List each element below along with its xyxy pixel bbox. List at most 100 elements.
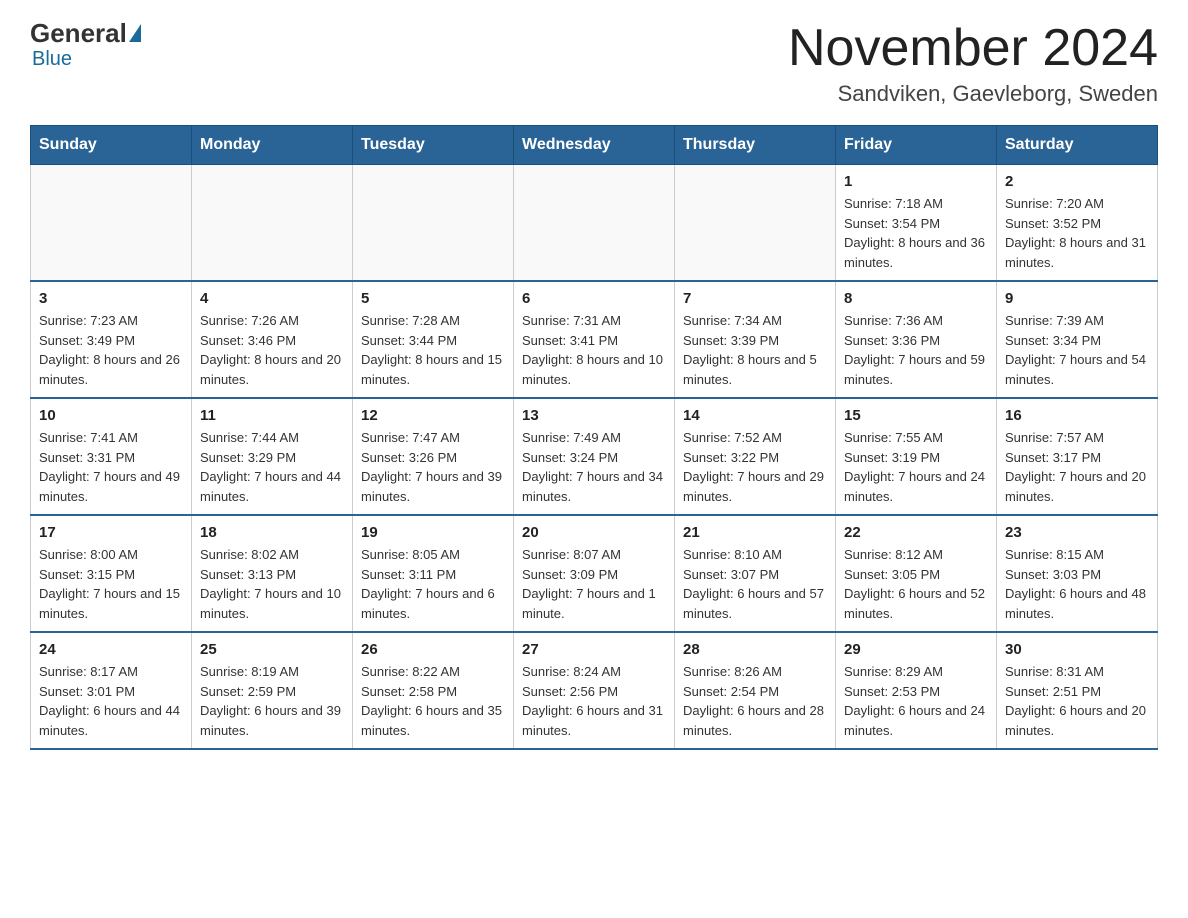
page-header: General Blue November 2024 Sandviken, Ga… [30, 20, 1158, 107]
calendar-cell: 29 Sunrise: 8:29 AMSunset: 2:53 PMDayligh… [836, 632, 997, 749]
day-number: 17 [39, 524, 183, 541]
title-area: November 2024 Sandviken, Gaevleborg, Swe… [788, 20, 1158, 107]
calendar-cell: 16 Sunrise: 7:57 AMSunset: 3:17 PMDayligh… [997, 398, 1158, 515]
day-info: Sunrise: 7:28 AMSunset: 3:44 PMDaylight:… [361, 311, 505, 389]
calendar-week-2: 3Sunrise: 7:23 AMSunset: 3:49 PMDaylight… [31, 281, 1158, 398]
day-info: Sunrise: 8:31 AMSunset: 2:51 PMDaylight:… [1005, 662, 1149, 740]
day-number: 15 [844, 407, 988, 424]
day-info: Sunrise: 8:07 AMSunset: 3:09 PMDaylight:… [522, 545, 666, 623]
day-number: 28 [683, 641, 827, 658]
day-info: Sunrise: 8:19 AMSunset: 2:59 PMDaylight:… [200, 662, 344, 740]
calendar-cell: 18 Sunrise: 8:02 AMSunset: 3:13 PMDayligh… [192, 515, 353, 632]
day-info: Sunrise: 8:00 AMSunset: 3:15 PMDaylight:… [39, 545, 183, 623]
day-info: Sunrise: 7:44 AMSunset: 3:29 PMDaylight:… [200, 428, 344, 506]
calendar-cell [353, 165, 514, 282]
calendar-cell: 23Sunrise: 8:15 AMSunset: 3:03 PMDayligh… [997, 515, 1158, 632]
calendar-cell: 20 Sunrise: 8:07 AMSunset: 3:09 PMDayligh… [514, 515, 675, 632]
header-day-sunday: Sunday [31, 126, 192, 165]
calendar-cell: 19 Sunrise: 8:05 AMSunset: 3:11 PMDayligh… [353, 515, 514, 632]
day-number: 14 [683, 407, 827, 424]
calendar-cell [514, 165, 675, 282]
day-info: Sunrise: 8:17 AMSunset: 3:01 PMDaylight:… [39, 662, 183, 740]
day-number: 27 [522, 641, 666, 658]
calendar-cell: 21 Sunrise: 8:10 AMSunset: 3:07 PMDayligh… [675, 515, 836, 632]
logo-triangle-icon [129, 24, 141, 42]
day-number: 13 [522, 407, 666, 424]
day-number: 23 [1005, 524, 1149, 541]
header-row: SundayMondayTuesdayWednesdayThursdayFrid… [31, 126, 1158, 165]
month-year-title: November 2024 [788, 20, 1158, 77]
calendar-body: 1 Sunrise: 7:18 AMSunset: 3:54 PMDaylight… [31, 165, 1158, 750]
day-info: Sunrise: 7:49 AMSunset: 3:24 PMDaylight:… [522, 428, 666, 506]
day-info: Sunrise: 8:24 AMSunset: 2:56 PMDaylight:… [522, 662, 666, 740]
calendar-cell: 4Sunrise: 7:26 AMSunset: 3:46 PMDaylight… [192, 281, 353, 398]
header-day-wednesday: Wednesday [514, 126, 675, 165]
day-number: 1 [844, 173, 988, 190]
day-info: Sunrise: 7:41 AMSunset: 3:31 PMDaylight:… [39, 428, 183, 506]
day-number: 29 [844, 641, 988, 658]
day-info: Sunrise: 8:29 AMSunset: 2:53 PMDaylight:… [844, 662, 988, 740]
day-info: Sunrise: 7:39 AMSunset: 3:34 PMDaylight:… [1005, 311, 1149, 389]
header-day-monday: Monday [192, 126, 353, 165]
calendar-cell: 27 Sunrise: 8:24 AMSunset: 2:56 PMDayligh… [514, 632, 675, 749]
calendar-cell: 11 Sunrise: 7:44 AMSunset: 3:29 PMDayligh… [192, 398, 353, 515]
calendar-cell: 5 Sunrise: 7:28 AMSunset: 3:44 PMDaylight… [353, 281, 514, 398]
day-number: 30 [1005, 641, 1149, 658]
header-day-saturday: Saturday [997, 126, 1158, 165]
header-day-thursday: Thursday [675, 126, 836, 165]
calendar-cell [675, 165, 836, 282]
calendar-week-5: 24Sunrise: 8:17 AMSunset: 3:01 PMDayligh… [31, 632, 1158, 749]
day-number: 16 [1005, 407, 1149, 424]
calendar-cell [192, 165, 353, 282]
day-number: 21 [683, 524, 827, 541]
day-info: Sunrise: 7:31 AMSunset: 3:41 PMDaylight:… [522, 311, 666, 389]
day-number: 26 [361, 641, 505, 658]
day-number: 2 [1005, 173, 1149, 190]
day-info: Sunrise: 8:02 AMSunset: 3:13 PMDaylight:… [200, 545, 344, 623]
calendar-week-1: 1 Sunrise: 7:18 AMSunset: 3:54 PMDaylight… [31, 165, 1158, 282]
calendar-cell: 30 Sunrise: 8:31 AMSunset: 2:51 PMDayligh… [997, 632, 1158, 749]
calendar-header: SundayMondayTuesdayWednesdayThursdayFrid… [31, 126, 1158, 165]
day-info: Sunrise: 8:26 AMSunset: 2:54 PMDaylight:… [683, 662, 827, 740]
header-day-friday: Friday [836, 126, 997, 165]
location-subtitle: Sandviken, Gaevleborg, Sweden [788, 81, 1158, 107]
day-number: 7 [683, 290, 827, 307]
calendar-week-4: 17 Sunrise: 8:00 AMSunset: 3:15 PMDayligh… [31, 515, 1158, 632]
day-info: Sunrise: 8:10 AMSunset: 3:07 PMDaylight:… [683, 545, 827, 623]
day-number: 11 [200, 407, 344, 424]
calendar-cell: 12Sunrise: 7:47 AMSunset: 3:26 PMDayligh… [353, 398, 514, 515]
day-number: 9 [1005, 290, 1149, 307]
day-number: 20 [522, 524, 666, 541]
day-number: 10 [39, 407, 183, 424]
day-info: Sunrise: 7:23 AMSunset: 3:49 PMDaylight:… [39, 311, 183, 389]
logo: General [30, 20, 143, 46]
calendar-cell [31, 165, 192, 282]
day-info: Sunrise: 7:18 AMSunset: 3:54 PMDaylight:… [844, 194, 988, 272]
calendar-cell: 6Sunrise: 7:31 AMSunset: 3:41 PMDaylight… [514, 281, 675, 398]
header-day-tuesday: Tuesday [353, 126, 514, 165]
calendar-cell: 15Sunrise: 7:55 AMSunset: 3:19 PMDayligh… [836, 398, 997, 515]
calendar-cell: 3Sunrise: 7:23 AMSunset: 3:49 PMDaylight… [31, 281, 192, 398]
calendar-cell: 1 Sunrise: 7:18 AMSunset: 3:54 PMDaylight… [836, 165, 997, 282]
calendar-cell: 9 Sunrise: 7:39 AMSunset: 3:34 PMDaylight… [997, 281, 1158, 398]
calendar-cell: 26Sunrise: 8:22 AMSunset: 2:58 PMDayligh… [353, 632, 514, 749]
day-info: Sunrise: 8:12 AMSunset: 3:05 PMDaylight:… [844, 545, 988, 623]
day-info: Sunrise: 7:52 AMSunset: 3:22 PMDaylight:… [683, 428, 827, 506]
day-number: 12 [361, 407, 505, 424]
calendar-cell: 24Sunrise: 8:17 AMSunset: 3:01 PMDayligh… [31, 632, 192, 749]
day-number: 19 [361, 524, 505, 541]
day-number: 4 [200, 290, 344, 307]
day-info: Sunrise: 7:36 AMSunset: 3:36 PMDaylight:… [844, 311, 988, 389]
day-number: 25 [200, 641, 344, 658]
calendar-week-3: 10 Sunrise: 7:41 AMSunset: 3:31 PMDayligh… [31, 398, 1158, 515]
calendar-cell: 17 Sunrise: 8:00 AMSunset: 3:15 PMDayligh… [31, 515, 192, 632]
calendar-table: SundayMondayTuesdayWednesdayThursdayFrid… [30, 125, 1158, 750]
day-info: Sunrise: 7:57 AMSunset: 3:17 PMDaylight:… [1005, 428, 1149, 506]
day-number: 18 [200, 524, 344, 541]
day-number: 5 [361, 290, 505, 307]
logo-general-text: General [30, 20, 127, 46]
calendar-cell: 2Sunrise: 7:20 AMSunset: 3:52 PMDaylight… [997, 165, 1158, 282]
calendar-cell: 8Sunrise: 7:36 AMSunset: 3:36 PMDaylight… [836, 281, 997, 398]
calendar-cell: 14 Sunrise: 7:52 AMSunset: 3:22 PMDayligh… [675, 398, 836, 515]
day-info: Sunrise: 8:05 AMSunset: 3:11 PMDaylight:… [361, 545, 505, 623]
